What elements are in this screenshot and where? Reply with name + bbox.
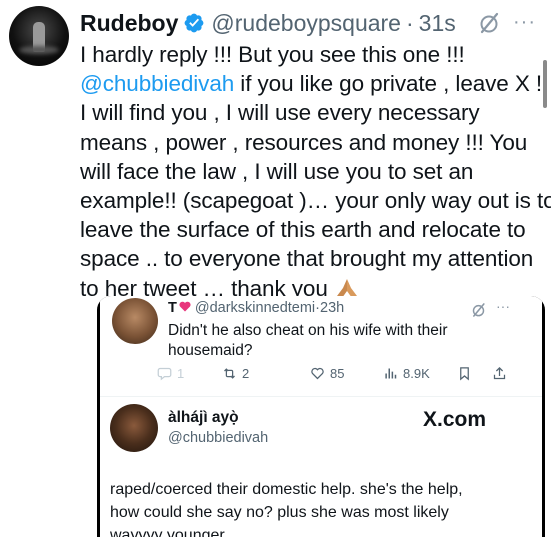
quoted-tweet-body: Didn't he also cheat on his wife with th… <box>168 321 508 361</box>
tweet-body: I hardly reply !!! But you see this one … <box>80 40 551 303</box>
grok-icon[interactable] <box>471 302 486 318</box>
x-brand-logo: X.com <box>423 408 487 431</box>
second-author-avatar[interactable] <box>110 404 158 452</box>
more-options-icon[interactable]: ··· <box>513 11 536 34</box>
tweet-line: space .. to everyone that brought my att… <box>80 246 534 272</box>
tweet-line: means , power , resources and money !!! … <box>80 129 528 155</box>
quoted-author-avatar[interactable] <box>112 298 158 344</box>
more-options-icon[interactable]: ··· <box>496 298 510 314</box>
like-button[interactable]: 85 <box>310 366 344 381</box>
tweet-line: leave the surface of this earth and relo… <box>80 217 526 243</box>
tweet-line: I will find you , I will use every neces… <box>80 100 480 126</box>
action-bar: 1 2 85 8.9K <box>157 366 517 386</box>
quoted-line: housemaid? <box>168 342 253 359</box>
quoted-line: Didn't he also cheat on his wife with th… <box>168 322 448 339</box>
tweet-line: will face the law , I will use you to se… <box>80 158 474 184</box>
tweet-header: Rudeboy @rudeboypsquare · 31s <box>80 8 456 38</box>
tweet-line: I hardly reply !!! But you see this one … <box>80 42 465 67</box>
second-author-name[interactable]: àlhájì ayọ̀ <box>168 409 239 427</box>
second-tweet-line: raped/coerced their domestic help. she's… <box>110 481 463 498</box>
second-author-handle[interactable]: @chubbiedivah <box>168 430 268 446</box>
quoted-author-handle[interactable]: @darkskinnedtemi <box>195 300 315 316</box>
tweet-line-text: if you like go private , leave X !! <box>234 71 549 97</box>
author-handle[interactable]: @rudeboypsquare <box>211 10 401 37</box>
mention-link[interactable]: @chubbiedivah <box>80 71 234 96</box>
quoted-screenshot: T @darkskinnedtemi·23h ··· Didn't he also… <box>97 296 545 537</box>
header-separator: · <box>405 9 414 36</box>
share-button[interactable] <box>492 366 507 381</box>
reply-button[interactable]: 1 <box>157 366 184 381</box>
scrollbar-thumb[interactable] <box>543 60 547 108</box>
author-name[interactable]: Rudeboy <box>80 10 178 37</box>
second-tweet-body: raped/coerced their domestic help. she's… <box>110 478 540 537</box>
tweet-line: example!! (scapegoat )… your only way ou… <box>80 188 551 214</box>
bookmark-button[interactable] <box>457 366 472 381</box>
verified-badge-icon <box>184 13 204 33</box>
views-count: 8.9K <box>403 366 430 381</box>
second-tweet-line: how could she say no? plus she was most … <box>110 504 449 521</box>
grok-icon[interactable] <box>478 11 500 35</box>
tweet-line-with-mention: @chubbiedivah if you like go private , l… <box>80 69 550 98</box>
quoted-screenshot-content: T @darkskinnedtemi·23h ··· Didn't he also… <box>100 296 542 537</box>
views-chart-icon <box>385 368 397 379</box>
views-button[interactable]: 8.9K <box>383 366 430 381</box>
like-count: 85 <box>330 366 345 381</box>
heart-icon <box>311 367 324 380</box>
reply-icon <box>157 367 172 381</box>
bookmark-icon <box>460 367 469 381</box>
tweet-timestamp[interactable]: 31s <box>419 10 456 37</box>
quoted-author-name[interactable]: T <box>168 300 177 316</box>
quoted-timestamp[interactable]: 23h <box>320 300 344 316</box>
second-tweet-line: wayyyy younger <box>110 527 225 537</box>
reply-count: 1 <box>177 366 185 381</box>
author-avatar[interactable] <box>9 6 69 66</box>
share-icon <box>493 366 506 380</box>
avatar-stage-light <box>19 46 59 54</box>
quoted-divider <box>100 396 542 397</box>
repost-count: 2 <box>242 366 250 381</box>
heart-emoji-icon <box>179 301 191 312</box>
repost-icon <box>224 368 235 379</box>
repost-button[interactable]: 2 <box>222 366 249 381</box>
quoted-header: T @darkskinnedtemi·23h <box>168 300 344 316</box>
